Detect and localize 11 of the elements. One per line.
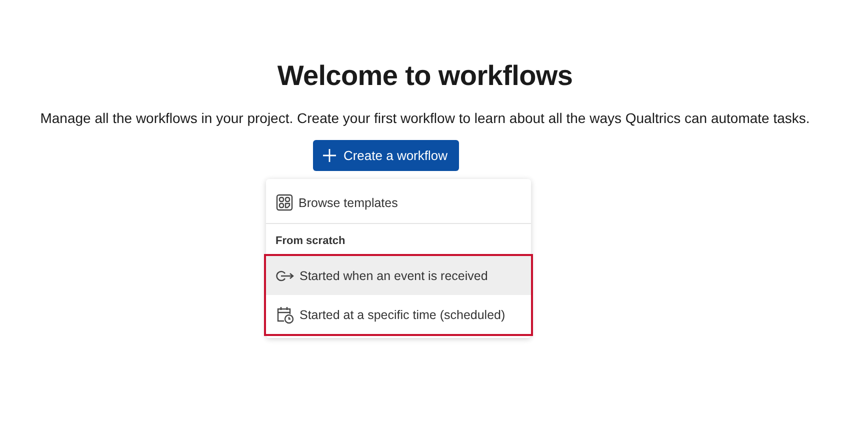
arrow-from-circle-icon [276,270,294,282]
menu-item[interactable]: Started when an event is received [266,256,530,295]
calendar-clock-icon [276,306,294,324]
create-workflow-button[interactable]: Create a workflow [313,140,459,171]
menu-item[interactable]: Started at a specific time (scheduled) [266,295,530,334]
description-text: Manage all the workflows in your project. Create your first workflow to learn about all the ways Qualtrics can automate tasks. [40,110,810,126]
page-title: Welcome to workflows [277,60,573,92]
section-heading: From scratch [274,234,346,249]
menu-item[interactable]: Browse templates [266,183,530,222]
template-grid-icon [276,194,292,211]
plus-icon [322,148,338,163]
